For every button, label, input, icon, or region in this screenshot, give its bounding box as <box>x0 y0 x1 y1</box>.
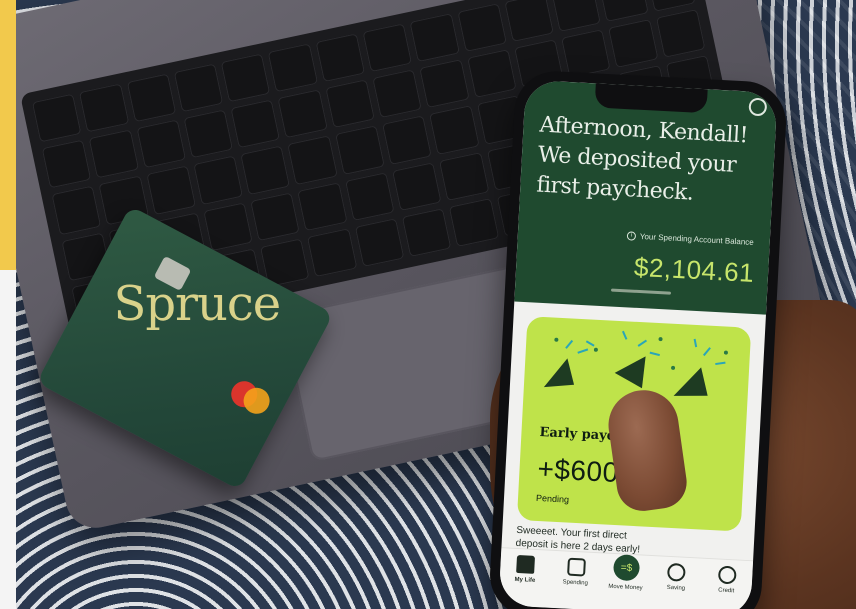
piggy-bank-icon <box>667 562 687 582</box>
nav-label: Saving <box>666 584 686 592</box>
card-icon <box>566 557 586 577</box>
greeting-panel: Afternoon, Kendall! We deposited your fi… <box>514 79 778 315</box>
mastercard-logo-icon <box>226 376 275 419</box>
move-money-icon: =$ <box>612 554 641 582</box>
balance-label: i Your Spending Account Balance <box>626 231 754 247</box>
promo-amount-value: +$600 <box>536 452 620 489</box>
balance-label-text: Your Spending Account Balance <box>639 231 754 247</box>
nav-item-saving[interactable]: Saving <box>654 562 699 592</box>
product-photo: Spruce Afternoon, Kendall! We deposited … <box>0 0 856 609</box>
nav-item-spending[interactable]: Spending <box>553 557 598 587</box>
account-balance: $2,104.61 <box>633 251 755 288</box>
home-icon <box>516 554 536 574</box>
profile-icon[interactable] <box>748 97 768 117</box>
info-icon[interactable]: i <box>626 231 637 241</box>
nav-label: Credit <box>718 587 735 595</box>
smartphone: Afternoon, Kendall! We deposited your fi… <box>487 69 789 609</box>
nav-item-move-money[interactable]: =$ Move Money <box>603 554 649 592</box>
nav-item-my-life[interactable]: My Life <box>503 554 548 584</box>
gauge-icon <box>717 565 737 585</box>
nav-item-credit[interactable]: Credit <box>704 565 749 595</box>
phone-screen: Afternoon, Kendall! We deposited your fi… <box>498 79 778 609</box>
promo-status: Pending <box>535 492 570 505</box>
nav-label: Move Money <box>608 583 643 592</box>
sheet-handle[interactable] <box>610 288 672 295</box>
card-brand-logo: Spruce <box>113 275 281 332</box>
greeting-text: Afternoon, Kendall! We deposited your fi… <box>535 112 749 206</box>
nav-label: Spending <box>562 579 589 587</box>
left-strip <box>0 270 16 609</box>
accent-bar <box>0 0 16 270</box>
nav-label: My Life <box>514 576 536 584</box>
